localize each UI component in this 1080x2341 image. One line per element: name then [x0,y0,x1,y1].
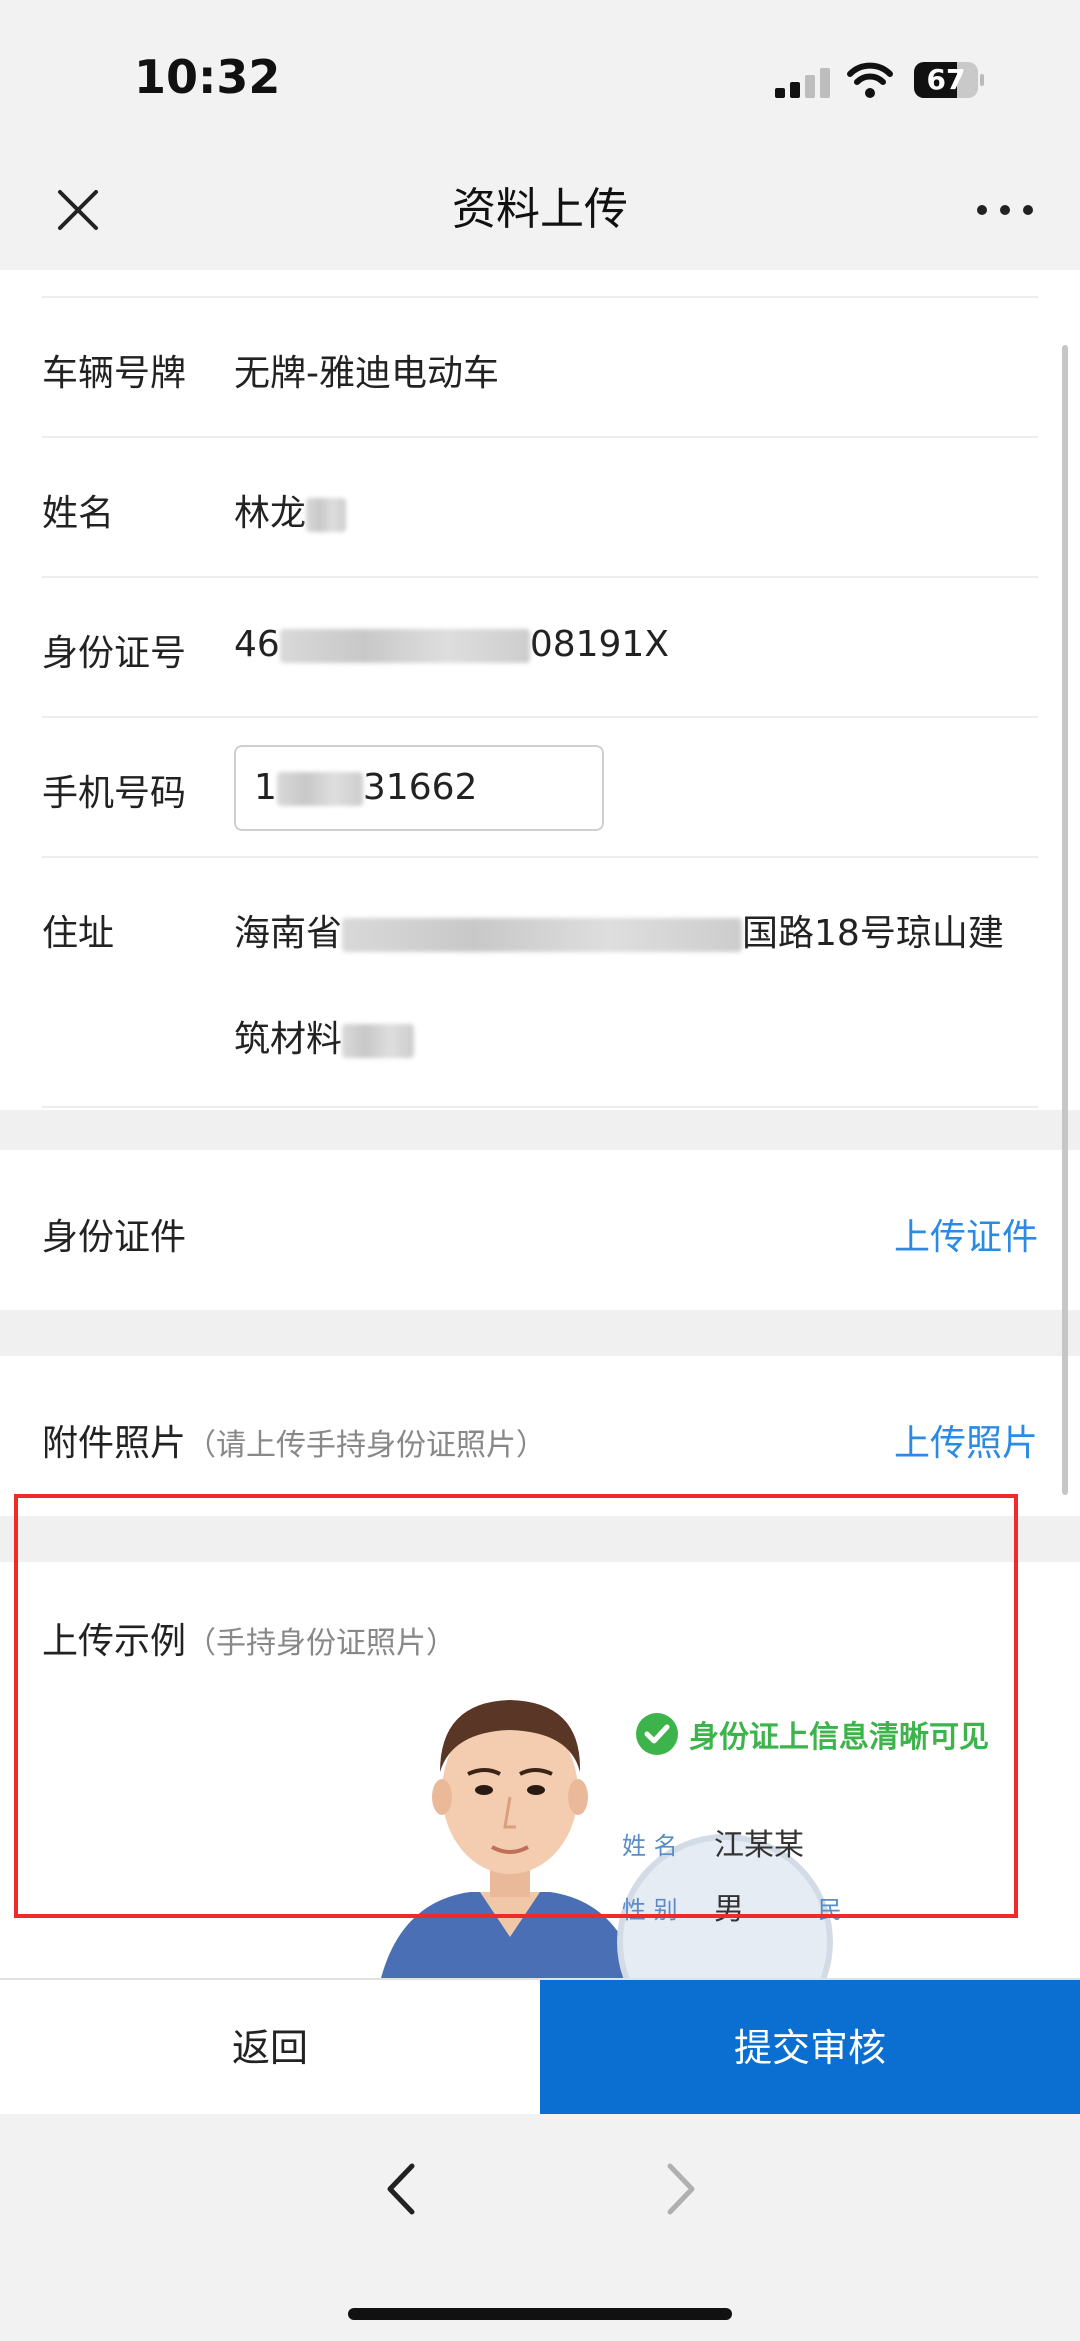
example-title: 上传示例 [42,1621,187,1662]
attachment-hint: （请上传手持身份证照片） [186,1428,547,1463]
home-indicator [348,2308,732,2320]
example-label: 上传示例（手持身份证照片） [42,1612,456,1664]
card-gender-value: 男 [714,1892,744,1927]
name-value: 林龙 [234,484,347,536]
id-number-value: 46 08191X [234,624,669,665]
browser-toolbar [0,2114,1080,2341]
address-line2-prefix: 筑材料 [234,1019,343,1060]
id-document-card: 身份证件 上传证件 [0,1150,1080,1310]
check-badge: 身份证上信息清晰可见 [635,1710,989,1758]
redaction-blur [306,498,347,532]
example-hint: （手持身份证照片） [186,1626,457,1661]
cellular-signal-icon [775,68,830,98]
phone-prefix: 1 [254,767,277,808]
example-illustration: 身份证上信息清晰可见 姓 名 江某某 性 别 男 民 [360,1662,1060,1980]
address-label: 住址 [42,913,115,954]
upload-photo-button[interactable]: 上传照片 [894,1414,1038,1466]
redaction-blur [276,772,363,806]
row-id-number: 身份证号 46 08191X [42,578,1038,718]
id-card-text: 姓 名 江某某 性 别 男 民 [622,1816,862,1956]
card-name-value: 江某某 [714,1828,804,1863]
browser-forward-icon[interactable] [656,2154,706,2224]
name-label: 姓名 [42,493,115,534]
phone-label: 手机号码 [42,773,187,814]
row-address: 住址 海南省 国路18号琼山建 筑材料 [42,858,1038,1108]
phone-input[interactable]: 1 31662 [234,745,604,831]
address-suffix: 国路18号琼山建 [742,913,1004,954]
attachment-title: 附件照片 [42,1423,187,1464]
address-line-2: 筑材料 [234,1010,415,1062]
content-scroll[interactable]: 车辆号牌 无牌-雅迪电动车 姓名 林龙 身份证号 46 08191X 手机号码 1… [0,270,1080,1980]
name-visible: 林龙 [234,493,307,534]
id-prefix: 46 [234,624,280,665]
attachment-card: 附件照片（请上传手持身份证照片） 上传照片 [0,1356,1080,1516]
redaction-blur [279,629,530,663]
upload-id-button[interactable]: 上传证件 [894,1208,1038,1260]
close-icon[interactable] [48,180,108,240]
address-prefix: 海南省 [234,913,343,954]
card-ethnicity-label: 民 [818,1896,842,1924]
check-text: 身份证上信息清晰可见 [689,1720,989,1755]
row-name: 姓名 林龙 [42,438,1038,578]
card-gender-label: 性 别 [622,1896,678,1924]
redaction-blur [342,918,743,952]
id-number-label: 身份证号 [42,633,187,674]
nav-bar: 资料上传 [0,150,1080,270]
phone-suffix: 31662 [362,767,478,808]
plate-value: 无牌-雅迪电动车 [234,353,499,394]
example-card: 上传示例（手持身份证照片） 身份证上信息清晰可见 姓 名 江某某 性 别 男 民 [0,1562,1080,1980]
card-name-label: 姓 名 [622,1832,678,1860]
row-plate: 车辆号牌 无牌-雅迪电动车 [42,298,1038,438]
battery-icon: 67 [914,62,984,98]
scrollbar[interactable] [1062,345,1068,1495]
status-bar: 10:32 67 [0,0,1080,150]
back-button[interactable]: 返回 [0,1980,540,2116]
id-suffix: 08191X [529,624,669,665]
redaction-blur [342,1024,415,1058]
battery-level: 67 [926,63,966,96]
id-document-label: 身份证件 [42,1217,187,1258]
submit-review-button[interactable]: 提交审核 [540,1980,1080,2116]
plate-label: 车辆号牌 [42,353,187,394]
check-circle-icon [636,1713,678,1755]
info-card: 车辆号牌 无牌-雅迪电动车 姓名 林龙 身份证号 46 08191X 手机号码 1… [0,270,1080,1110]
bottom-action-bar: 返回 提交审核 [0,1978,1080,2116]
more-options-icon[interactable] [970,180,1040,240]
status-time: 10:32 [134,50,281,104]
address-line-1: 海南省 国路18号琼山建 [234,904,1004,956]
row-phone: 手机号码 1 31662 [42,718,1038,858]
wifi-icon [847,62,893,98]
browser-back-icon[interactable] [376,2154,426,2224]
attachment-label: 附件照片（请上传手持身份证照片） [42,1414,546,1466]
page-title: 资料上传 [452,184,628,235]
